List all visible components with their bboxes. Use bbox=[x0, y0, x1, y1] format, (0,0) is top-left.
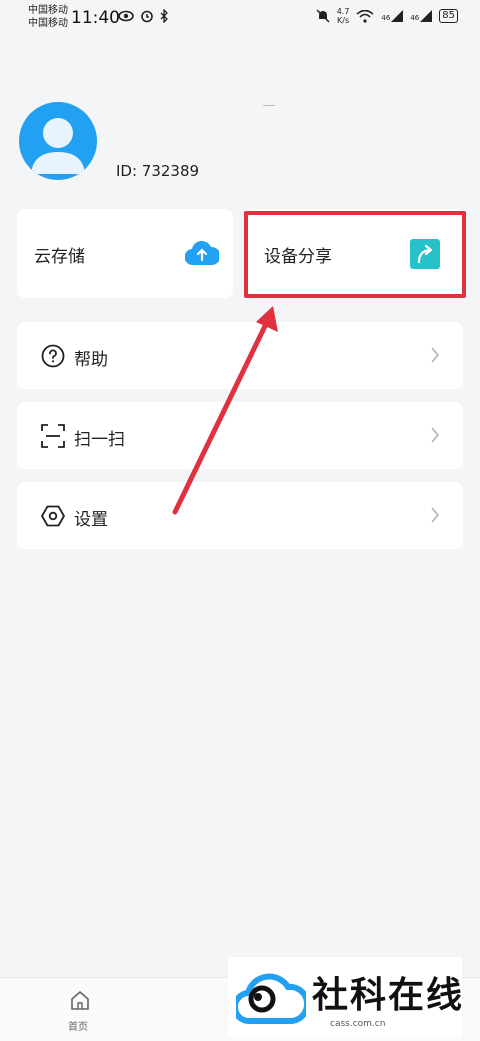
watermark-logo bbox=[236, 973, 306, 1025]
tab-home-label[interactable]: 首页 bbox=[68, 1018, 88, 1033]
home-icon[interactable] bbox=[69, 989, 91, 1011]
watermark-url: cass.com.cn bbox=[330, 1019, 386, 1029]
annotation-arrow bbox=[172, 306, 278, 515]
watermark-text: 社科在线 bbox=[312, 975, 465, 1016]
